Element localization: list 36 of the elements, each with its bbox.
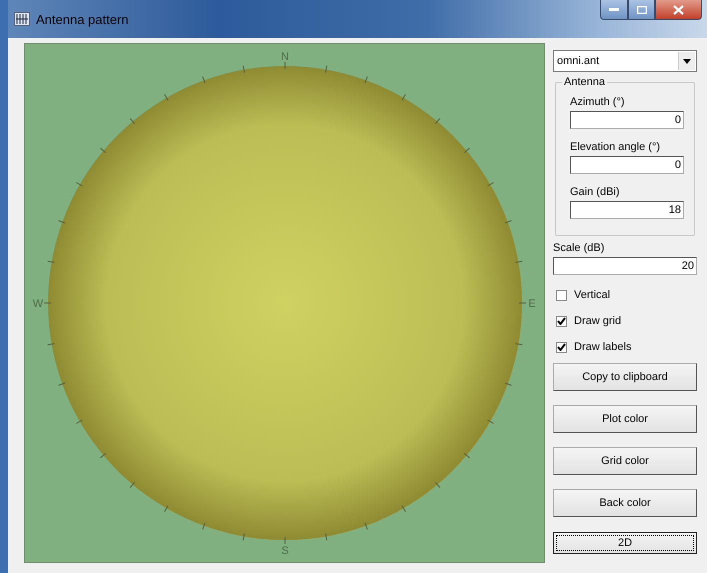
check-icon	[557, 317, 566, 325]
compass-label: E	[528, 298, 536, 310]
checkbox-label: Draw grid	[574, 315, 622, 327]
checkbox[interactable]	[556, 342, 567, 352]
input-field[interactable]: 20	[553, 257, 697, 275]
push-button[interactable]: Plot color	[553, 405, 697, 433]
push-button[interactable]: Back color	[553, 489, 697, 517]
checkbox-label: Draw labels	[574, 341, 632, 353]
input-field[interactable]: 0	[570, 156, 684, 174]
app-icon	[14, 12, 30, 26]
maximize-button[interactable]	[628, 0, 655, 20]
field-label: Elevation angle (°)	[570, 141, 662, 153]
input-field[interactable]: 18	[570, 201, 684, 219]
group-title: Antenna	[562, 76, 607, 88]
check-icon	[557, 343, 566, 351]
push-button[interactable]: Copy to clipboard	[553, 363, 697, 391]
minimize-icon	[609, 8, 619, 12]
compass-label: N	[281, 51, 289, 63]
input-field[interactable]: 0	[570, 111, 684, 129]
push-button[interactable]: 2D	[553, 532, 697, 554]
close-icon	[673, 4, 684, 14]
compass-label: S	[281, 545, 289, 557]
checkbox-label: Vertical	[574, 289, 610, 301]
minimize-button[interactable]	[600, 0, 628, 20]
push-button[interactable]: Grid color	[553, 447, 697, 475]
window-title: Antenna pattern	[36, 12, 129, 26]
maximize-icon	[636, 6, 646, 14]
dropdown-arrow-icon	[683, 58, 691, 64]
field-label: Azimuth (°)	[570, 96, 626, 108]
field-label: Scale (dB)	[553, 242, 606, 254]
close-button[interactable]	[655, 0, 702, 20]
compass-label: W	[32, 298, 44, 310]
file-dropdown[interactable]: omni.ant	[553, 50, 697, 72]
checkbox[interactable]	[556, 316, 567, 326]
field-label: Gain (dBi)	[570, 186, 621, 198]
checkbox[interactable]	[556, 290, 567, 300]
